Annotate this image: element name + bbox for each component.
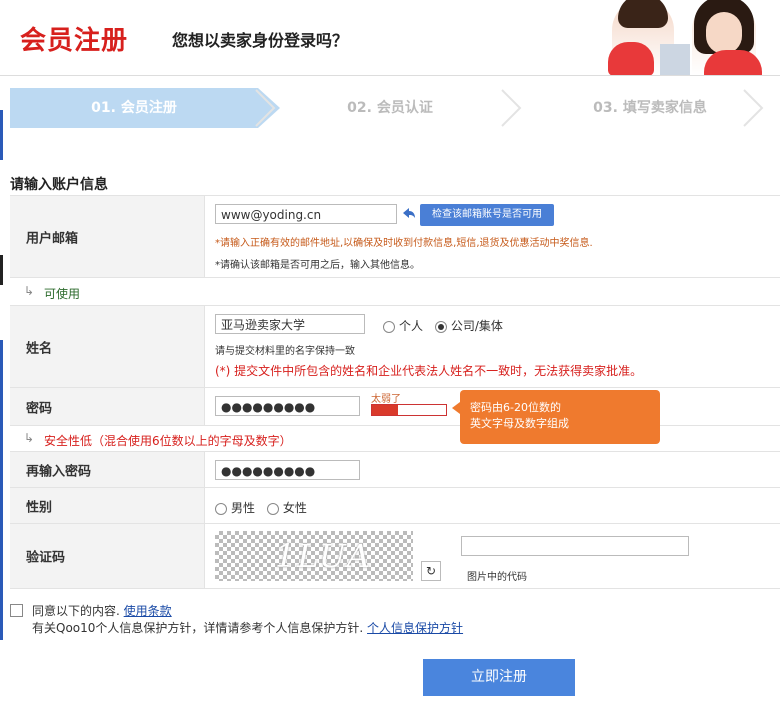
left-edge-segment [0, 110, 3, 160]
email-note: *请确认该邮箱是否可用之后，输入其他信息。 [215, 260, 420, 271]
header-banner-image [600, 0, 780, 75]
left-edge-segment [0, 340, 3, 640]
agree-checkbox[interactable] [10, 604, 23, 617]
register-button[interactable]: 立即注册 [423, 659, 575, 696]
radio-male[interactable]: 男性 [215, 501, 255, 515]
name-note: 请与提交材料里的名字保持一致 [215, 346, 355, 357]
field-label: 性别 [10, 488, 205, 524]
step-label: 02. 会员认证 [347, 100, 433, 116]
captcha-row: 验证码 1LUA ↻ 图片中的代码 [10, 523, 780, 589]
privacy-text: 有关Qoo10个人信息保护方针，详情请参考个人信息保护方针. [32, 621, 364, 635]
password-confirm-input[interactable]: ●●●●●●●●● [215, 460, 360, 480]
step-seller-info: 03. 填写卖家信息 [530, 88, 770, 128]
privacy-link[interactable]: 个人信息保护方针 [367, 621, 463, 635]
chevron-right-icon [743, 89, 764, 127]
field-label: 姓名 [10, 306, 205, 388]
terms-link[interactable]: 使用条款 [124, 604, 172, 618]
radio-personal[interactable]: 个人 [383, 319, 423, 333]
password-strength-bar [371, 404, 447, 416]
heart-icon [704, 50, 762, 75]
email-status: 可使用 [44, 287, 81, 301]
email-input[interactable]: www@yoding.cn [215, 204, 397, 224]
left-edge-strip [0, 0, 4, 718]
password-strength-label: 太弱了 [371, 394, 401, 405]
page-header: 会员注册 您想以卖家身份登录吗？ [0, 0, 780, 76]
password-strength-fill [372, 405, 398, 415]
chevron-right-icon [501, 89, 522, 127]
heart-icon [608, 42, 654, 75]
radio-icon [434, 320, 447, 333]
captcha-hint: 图片中的代码 [467, 572, 527, 583]
chevron-right-icon [255, 89, 276, 127]
email-status-row: ↳ 可使用 [10, 277, 780, 306]
field-label: 密码 [10, 388, 205, 426]
password-status: 安全性低（混合使用6位数以上的字母及数字） [44, 434, 292, 448]
left-edge-segment [0, 255, 3, 285]
radio-female[interactable]: 女性 [266, 501, 307, 515]
step-member-verification: 02. 会员认证 [280, 88, 500, 128]
radio-icon [266, 502, 279, 515]
name-input[interactable]: 亚马逊卖家大学 [215, 314, 365, 334]
email-note: *请输入正确有效的邮件地址,以确保及时收到付款信息,短信,退货及优惠活动中奖信息… [215, 238, 593, 249]
page-title: 会员注册 [20, 26, 129, 56]
refresh-icon[interactable]: ↻ [421, 561, 441, 581]
name-row: 姓名 亚马逊卖家大学 个人 公司/集体 请与提交材料里的名字保持一致 (*) 提… [10, 305, 780, 388]
gender-radio: 男性 女性 [215, 499, 315, 516]
email-row: 用户邮箱 www@yoding.cn 检查该邮箱账号是否可用 *请输入正确有效的… [10, 195, 780, 278]
captcha-input[interactable] [461, 536, 689, 556]
step-member-registration: 01. 会员注册 [10, 88, 280, 128]
agree-text: 同意以下的内容. [32, 604, 120, 618]
radio-icon [383, 320, 395, 333]
step-label: 01. 会员注册 [91, 100, 177, 116]
radio-company[interactable]: 公司/集体 [434, 319, 503, 333]
registration-steps: 01. 会员注册 02. 会员认证 03. 填写卖家信息 [10, 88, 780, 128]
return-arrow-icon: ↳ [24, 284, 35, 298]
section-title: 请输入账户信息 [10, 177, 108, 193]
banner-person [660, 44, 690, 75]
name-warning: (*) 提交文件中所包含的姓名和企业代表法人姓名不一致时，无法获得卖家批准。 [215, 364, 643, 378]
field-label: 验证码 [10, 524, 205, 588]
account-type-radio: 个人 公司/集体 [383, 317, 511, 334]
gender-row: 性别 男性 女性 [10, 487, 780, 524]
tooltip-text: 英文字母及数字组成 [470, 417, 569, 430]
field-label: 用户邮箱 [10, 196, 205, 278]
password-row: 密码 ●●●●●●●●● 太弱了 [10, 387, 780, 426]
back-arrow-icon [403, 208, 415, 218]
check-email-button[interactable]: 检查该邮箱账号是否可用 [420, 204, 554, 226]
field-label: 再输入密码 [10, 452, 205, 488]
seller-login-prompt[interactable]: 您想以卖家身份登录吗？ [172, 27, 348, 51]
radio-icon [215, 502, 227, 515]
password-rule-tooltip: 密码由6-20位数的 英文字母及数字组成 [452, 390, 660, 444]
return-arrow-icon: ↳ [24, 431, 35, 445]
step-label: 03. 填写卖家信息 [593, 100, 707, 116]
password-input[interactable]: ●●●●●●●●● [215, 396, 360, 416]
tooltip-text: 密码由6-20位数的 [470, 401, 561, 414]
password-status-row: ↳ 安全性低（混合使用6位数以上的字母及数字） [10, 425, 780, 452]
captcha-image: 1LUA [215, 531, 413, 581]
password-confirm-row: 再输入密码 ●●●●●●●●● [10, 451, 780, 488]
captcha-image-text: 1LUA [275, 537, 372, 575]
